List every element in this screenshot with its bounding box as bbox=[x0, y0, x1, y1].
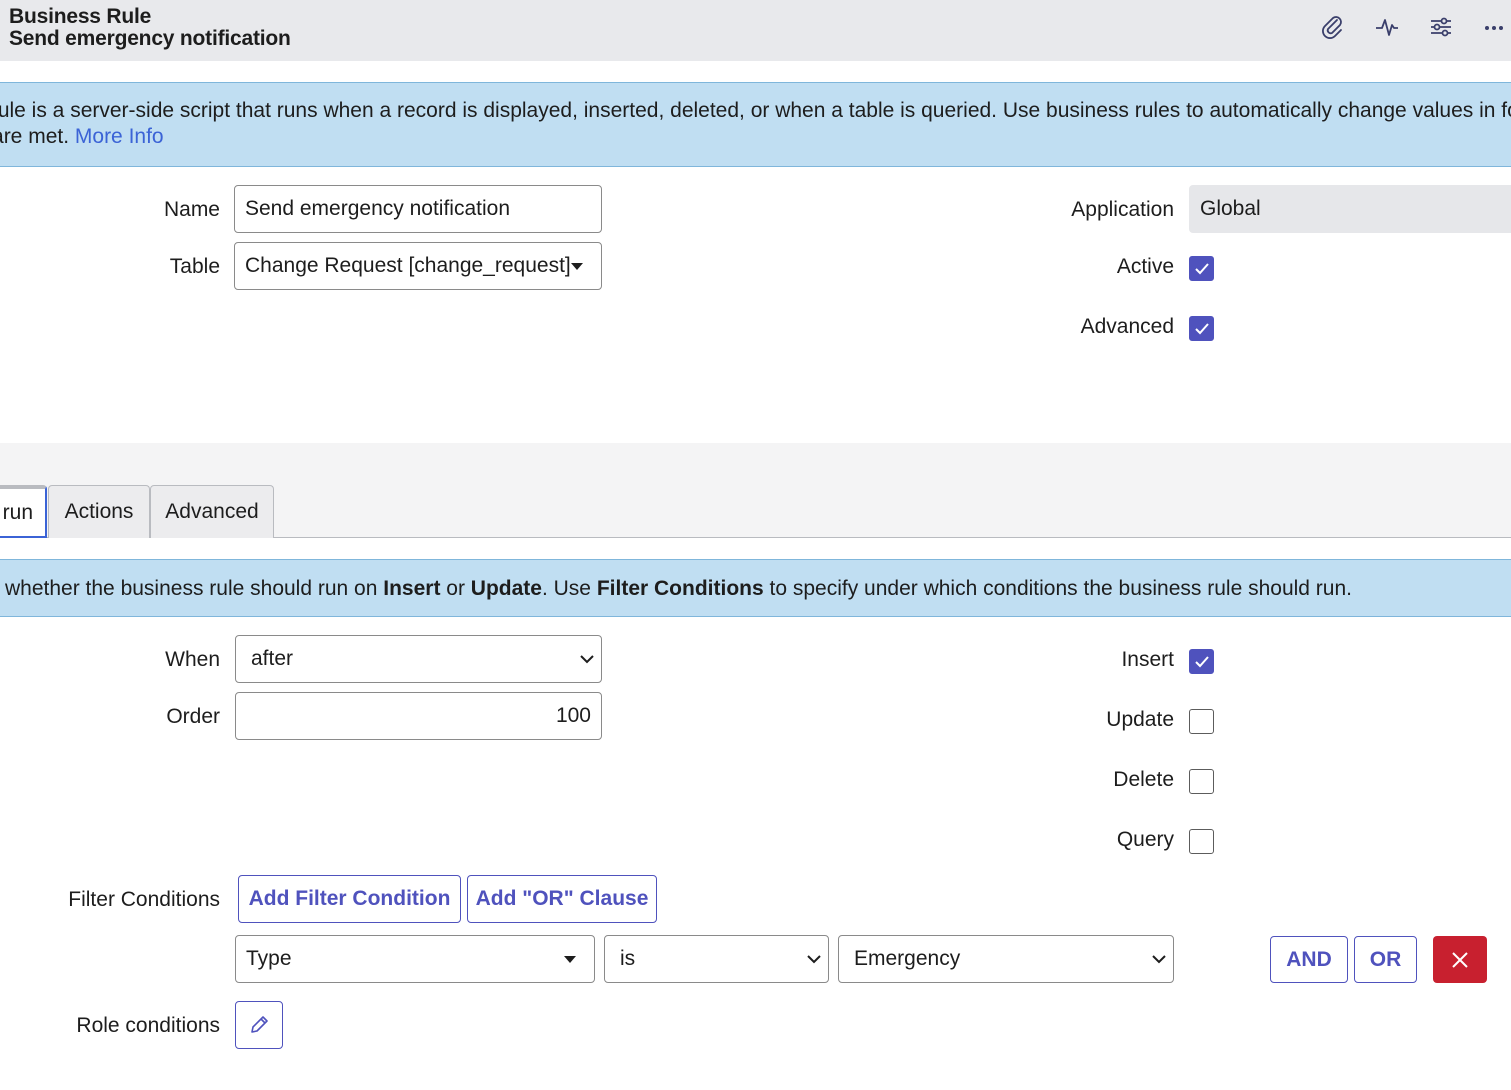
pencil-icon bbox=[251, 1016, 268, 1033]
filter-field-value: Type bbox=[246, 947, 292, 970]
advanced-checkbox[interactable] bbox=[1189, 316, 1214, 341]
more-info-link[interactable]: More Info bbox=[75, 125, 164, 148]
order-input[interactable]: 100 bbox=[235, 692, 602, 740]
checkmark-icon bbox=[1194, 322, 1209, 334]
filter-value-select[interactable]: Emergency bbox=[838, 935, 1174, 983]
record-type-title: Business Rule bbox=[9, 5, 152, 28]
tab-actions-label: Actions bbox=[64, 500, 134, 523]
filter-conditions-label: Filter Conditions bbox=[68, 888, 220, 911]
tab-actions[interactable]: Actions bbox=[48, 485, 150, 538]
table-select-value: Change Request [change_request] bbox=[245, 254, 571, 277]
query-checkbox[interactable] bbox=[1189, 829, 1214, 854]
form-header: Business Rule Send emergency notificatio… bbox=[0, 0, 1511, 61]
more-icon[interactable] bbox=[1477, 10, 1511, 44]
sliders-icon[interactable] bbox=[1424, 10, 1458, 44]
chevron-down-icon bbox=[1152, 955, 1166, 964]
activity-pulse-icon[interactable] bbox=[1370, 10, 1404, 44]
table-label: Table bbox=[169, 255, 220, 278]
insert-checkbox[interactable] bbox=[1189, 649, 1214, 674]
record-name-title: Send emergency notification bbox=[9, 27, 291, 50]
when-info-text: whether the business rule should run on … bbox=[5, 577, 1352, 600]
chevron-down-icon bbox=[580, 655, 594, 664]
when-info-banner: whether the business rule should run on … bbox=[0, 559, 1511, 617]
filter-field-select[interactable]: Type bbox=[235, 935, 595, 983]
insert-label: Insert bbox=[1121, 648, 1174, 671]
filter-operator-value: is bbox=[620, 947, 636, 970]
update-checkbox[interactable] bbox=[1189, 709, 1214, 734]
application-label: Application bbox=[1071, 198, 1174, 221]
when-label: When bbox=[165, 648, 220, 671]
delete-checkbox[interactable] bbox=[1189, 769, 1214, 794]
query-label: Query bbox=[1116, 828, 1174, 851]
order-label: Order bbox=[166, 705, 220, 728]
tab-when-to-run-label: run bbox=[2, 500, 33, 524]
update-label: Update bbox=[1106, 708, 1174, 731]
checkmark-icon bbox=[1194, 655, 1209, 667]
checkmark-icon bbox=[1194, 262, 1209, 274]
info-banner-line2: ns are met. More Info bbox=[0, 125, 164, 149]
active-label: Active bbox=[1116, 255, 1174, 278]
info-banner-line1: ss rule is a server-side script that run… bbox=[0, 99, 1511, 122]
tab-advanced[interactable]: Advanced bbox=[150, 485, 274, 538]
or-button[interactable]: OR bbox=[1354, 936, 1417, 983]
table-select[interactable]: Change Request [change_request] bbox=[234, 242, 602, 290]
info-banner: ss rule is a server-side script that run… bbox=[0, 82, 1511, 167]
and-button[interactable]: AND bbox=[1270, 936, 1348, 983]
name-label: Name bbox=[163, 198, 220, 221]
chevron-down-icon bbox=[807, 955, 821, 964]
caret-down-icon bbox=[564, 956, 576, 963]
filter-value-value: Emergency bbox=[854, 947, 961, 970]
tab-when-to-run[interactable]: run bbox=[0, 485, 47, 538]
name-input[interactable]: Send emergency notification bbox=[234, 185, 602, 233]
delete-label: Delete bbox=[1113, 768, 1174, 791]
caret-down-icon bbox=[571, 263, 583, 270]
filter-operator-select[interactable]: is bbox=[604, 935, 829, 983]
advanced-label: Advanced bbox=[1080, 315, 1174, 338]
edit-role-conditions-button[interactable] bbox=[235, 1001, 283, 1049]
paperclip-icon[interactable] bbox=[1316, 10, 1350, 44]
when-select-value: after bbox=[251, 647, 294, 670]
application-field: Global bbox=[1189, 185, 1511, 233]
delete-condition-button[interactable] bbox=[1433, 936, 1487, 983]
info-banner-line2-text: ns are met. bbox=[0, 125, 70, 148]
close-icon bbox=[1452, 951, 1468, 968]
add-filter-condition-button[interactable]: Add Filter Condition bbox=[238, 875, 461, 923]
active-checkbox[interactable] bbox=[1189, 256, 1214, 281]
tab-advanced-label: Advanced bbox=[165, 500, 259, 523]
when-select[interactable]: after bbox=[235, 635, 602, 683]
add-or-clause-button[interactable]: Add "OR" Clause bbox=[467, 875, 657, 923]
role-conditions-label: Role conditions bbox=[76, 1014, 220, 1037]
